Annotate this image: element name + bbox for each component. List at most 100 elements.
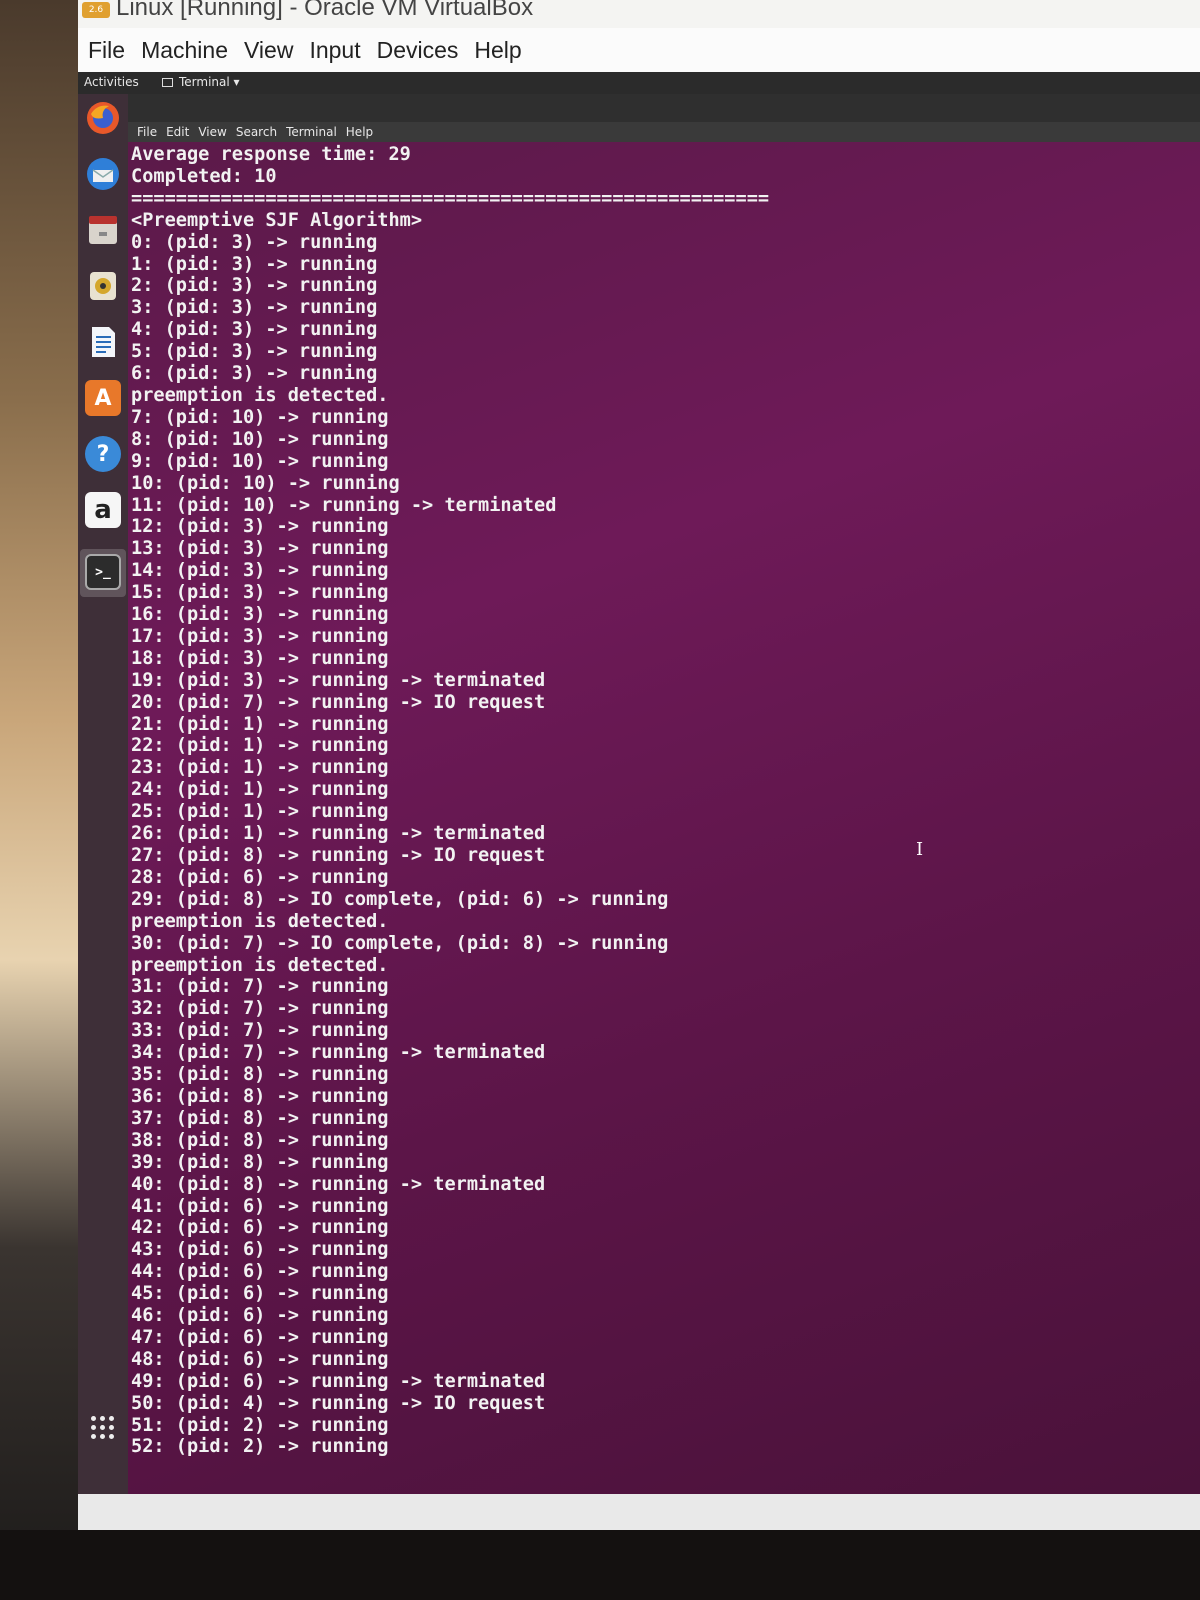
amazon-glyph: a [94,495,112,525]
terminal-menu-file[interactable]: File [137,125,157,139]
terminal-line: 17: (pid: 3) -> running [131,625,389,647]
terminal-line: 37: (pid: 8) -> running [131,1107,389,1129]
terminal-line: 6: (pid: 3) -> running [131,363,378,385]
terminal-menu-help[interactable]: Help [346,125,373,139]
terminal-line: 40: (pid: 8) -> running -> terminated [131,1173,546,1195]
terminal-line: 31: (pid: 7) -> running [131,976,389,998]
amazon-icon[interactable]: a [85,492,121,528]
vbox-menu-input[interactable]: Input [303,37,366,64]
terminal-line: 9: (pid: 10) -> running [131,450,389,472]
terminal-line: 20: (pid: 7) -> running -> IO request [131,691,546,713]
libreoffice-writer-icon[interactable] [85,324,121,360]
terminal-menu-view[interactable]: View [198,125,226,139]
terminal-line: <Preemptive SJF Algorithm> [131,209,423,231]
terminal-line: 38: (pid: 8) -> running [131,1129,389,1151]
terminal-line: 12: (pid: 3) -> running [131,516,389,538]
terminal-line: 50: (pid: 4) -> running -> IO request [131,1392,546,1414]
terminal-glyph: >_ [95,564,111,580]
terminal-line: 22: (pid: 1) -> running [131,735,389,757]
activities-button[interactable]: Activities [84,75,139,89]
gnome-top-bar: Activities Terminal ▾ [78,72,1200,94]
help-icon[interactable]: ? [85,436,121,472]
desk-background [0,0,78,1600]
terminal-line: 5: (pid: 3) -> running [131,341,378,363]
terminal-line: 23: (pid: 1) -> running [131,757,389,779]
terminal-line: 7: (pid: 10) -> running [131,406,389,428]
terminal-app-menu[interactable]: Terminal ▾ [162,75,240,89]
terminal-menu-search[interactable]: Search [236,125,277,139]
terminal-line: 51: (pid: 2) -> running [131,1414,389,1436]
terminal-line: 11: (pid: 10) -> running -> terminated [131,494,557,516]
firefox-icon[interactable] [85,100,121,136]
vbox-menu-view[interactable]: View [238,37,299,64]
vbox-menu-devices[interactable]: Devices [371,37,465,64]
terminal-line: 16: (pid: 3) -> running [131,604,389,626]
terminal-line: 36: (pid: 8) -> running [131,1085,389,1107]
window-title: Linux [Running] - Oracle VM VirtualBox [116,0,534,21]
mouse-text-cursor: I [916,839,924,860]
terminal-line: preemption is detected. [131,954,389,976]
terminal-menu-edit[interactable]: Edit [166,125,189,139]
rhythmbox-icon[interactable] [85,268,121,304]
monitor-bezel [0,1530,1200,1600]
software-center-icon[interactable]: A [85,380,121,416]
vbox-menu-help[interactable]: Help [468,37,527,64]
vbox-menu-file[interactable]: File [82,37,131,64]
terminal-line: 15: (pid: 3) -> running [131,582,389,604]
terminal-headerbar[interactable] [128,94,1200,122]
terminal-line: 30: (pid: 7) -> IO complete, (pid: 8) ->… [131,932,669,954]
terminal-line: preemption is detected. [131,910,389,932]
software-center-glyph: A [94,385,112,411]
terminal-line: 27: (pid: 8) -> running -> IO request [131,845,546,866]
terminal-line: 39: (pid: 8) -> running [131,1151,389,1173]
terminal-line: ========================================… [131,187,770,209]
files-icon[interactable] [85,212,121,248]
monitor-screen: 2.6 Linux [Running] - Oracle VM VirtualB… [78,0,1200,1530]
terminal-line: 43: (pid: 6) -> running [131,1239,389,1261]
terminal-output[interactable]: Average response time: 29 Completed: 10 ==… [131,144,1191,1460]
vbox-menu-machine[interactable]: Machine [135,37,234,64]
terminal-line: 47: (pid: 6) -> running [131,1326,389,1348]
thunderbird-icon[interactable] [85,156,121,192]
terminal-line: 41: (pid: 6) -> running [131,1195,389,1217]
terminal-line: 0: (pid: 3) -> running [131,231,378,253]
terminal-small-icon [162,77,173,87]
show-applications-icon[interactable] [91,1416,115,1440]
terminal-line: Completed: 10 [131,165,277,187]
terminal-menubar: File Edit View Search Terminal Help [128,122,1200,142]
terminal-line: 8: (pid: 10) -> running [131,428,389,450]
terminal-line: 33: (pid: 7) -> running [131,1020,389,1042]
terminal-line: preemption is detected. [131,384,389,406]
terminal-line: 46: (pid: 6) -> running [131,1305,389,1327]
vbox-menubar: File Machine View Input Devices Help [78,28,1200,73]
terminal-line: 14: (pid: 3) -> running [131,560,389,582]
app-menu-label: Terminal ▾ [179,75,240,89]
terminal-window[interactable]: File Edit View Search Terminal Help Aver… [128,94,1200,1494]
terminal-line: 29: (pid: 8) -> IO complete, (pid: 6) ->… [131,888,669,910]
terminal-menu-terminal[interactable]: Terminal [286,125,337,139]
terminal-line: Average response time: 29 [131,144,411,165]
terminal-line: 34: (pid: 7) -> running -> terminated [131,1042,546,1064]
terminal-line: 21: (pid: 1) -> running [131,713,389,735]
terminal-line: 42: (pid: 6) -> running [131,1217,389,1239]
dock: A ? a >_ [78,94,128,1494]
terminal-line: 19: (pid: 3) -> running -> terminated [131,669,546,691]
terminal-line: 2: (pid: 3) -> running [131,275,378,297]
help-glyph: ? [96,441,110,467]
terminal-line: 3: (pid: 3) -> running [131,297,378,319]
terminal-line: 26: (pid: 1) -> running -> terminated [131,823,546,845]
vbox-status-bar [78,1494,1200,1530]
terminal-line: 25: (pid: 1) -> running [131,801,389,823]
terminal-line: 45: (pid: 6) -> running [131,1283,389,1305]
terminal-line: 4: (pid: 3) -> running [131,319,378,341]
terminal-line: 32: (pid: 7) -> running [131,998,389,1020]
terminal-line: 52: (pid: 2) -> running [131,1436,389,1458]
terminal-icon[interactable]: >_ [85,554,121,590]
terminal-line: 18: (pid: 3) -> running [131,647,389,669]
terminal-line: 49: (pid: 6) -> running -> terminated [131,1370,546,1392]
vbox-titlebar[interactable]: 2.6 Linux [Running] - Oracle VM VirtualB… [78,0,1200,28]
virtualbox-icon: 2.6 [82,2,110,18]
terminal-line: 48: (pid: 6) -> running [131,1348,389,1370]
terminal-line: 35: (pid: 8) -> running [131,1064,389,1086]
terminal-line: 24: (pid: 1) -> running [131,779,389,801]
